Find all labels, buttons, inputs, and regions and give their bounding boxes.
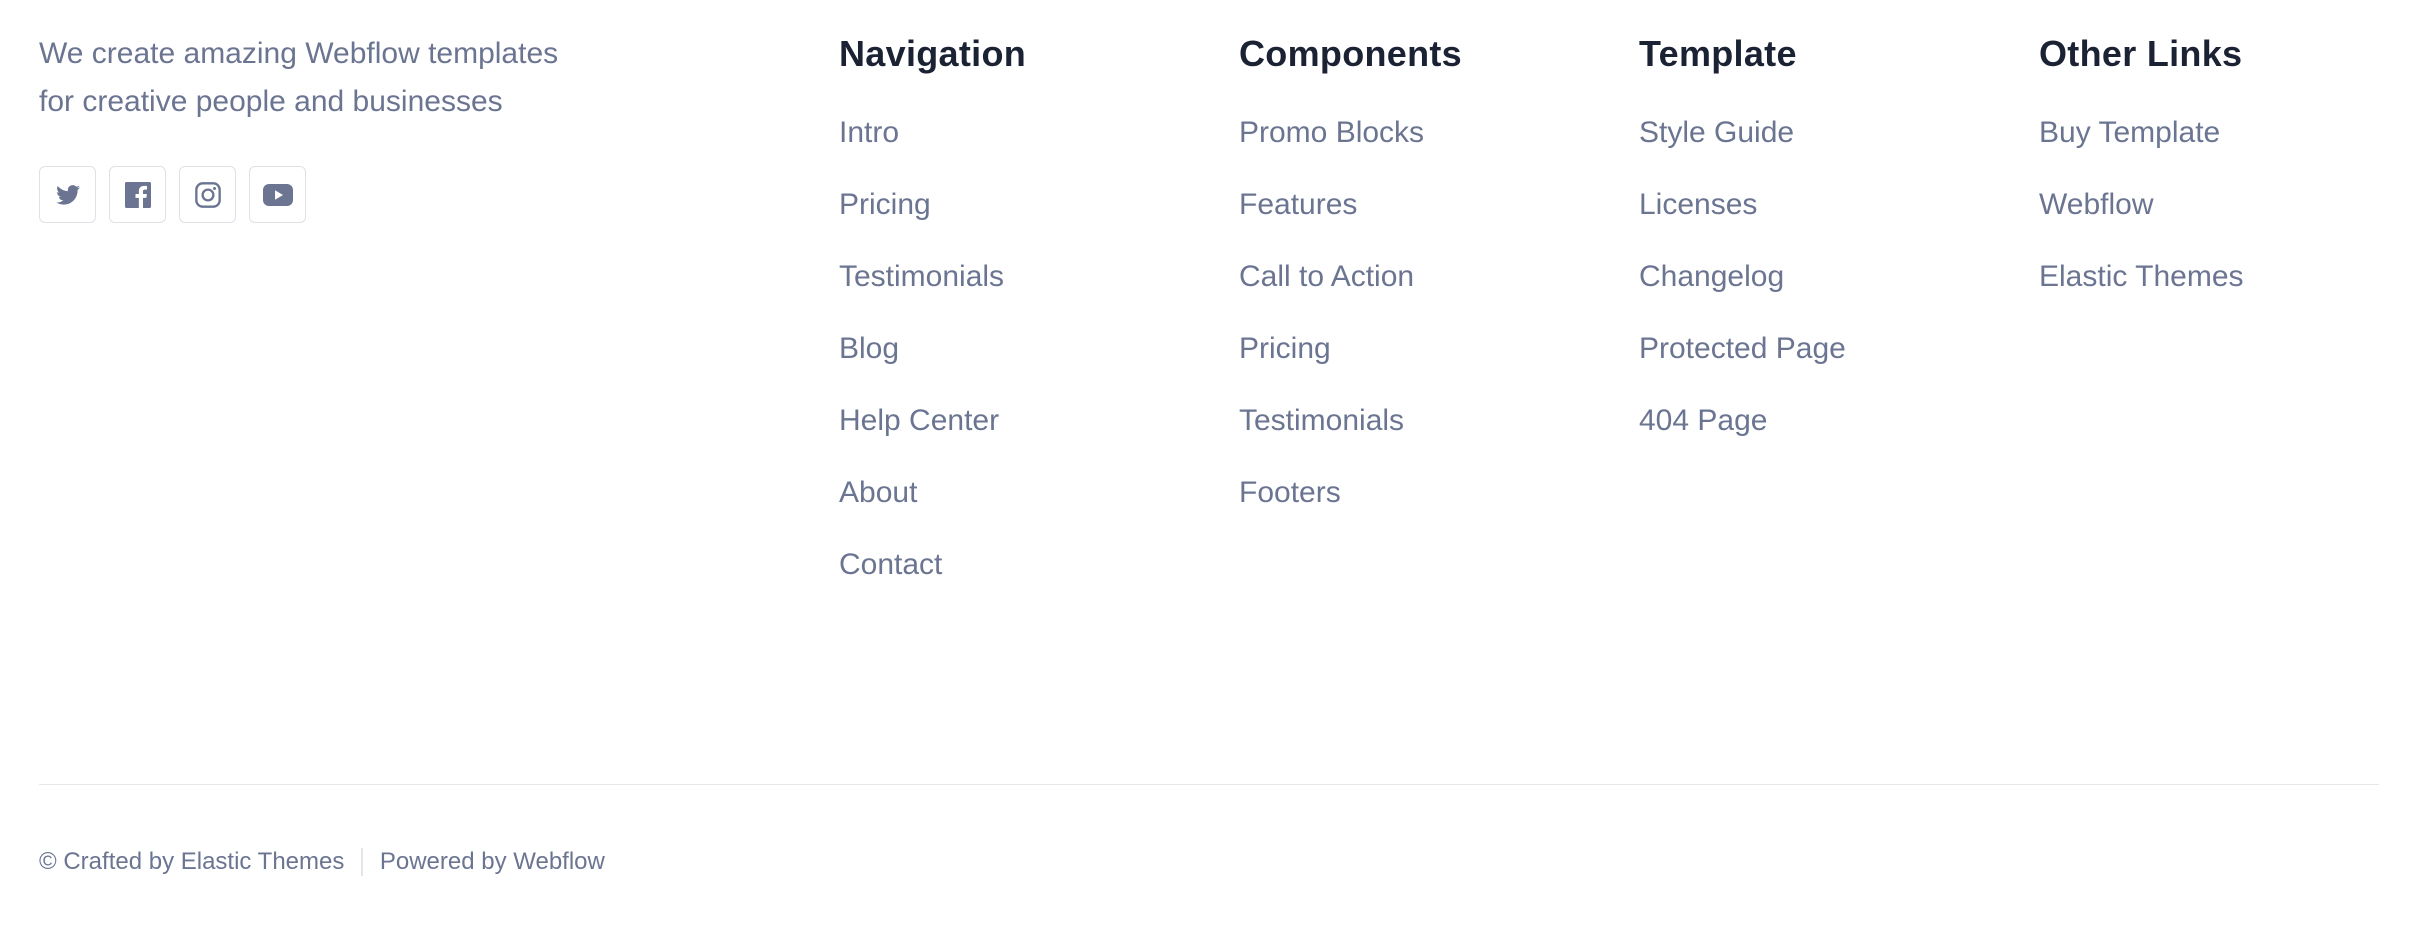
instagram-icon: [194, 181, 221, 208]
social-links: [39, 166, 619, 223]
link-list: Promo Blocks Features Call to Action Pri…: [1239, 115, 1462, 511]
column-other-links: Other Links Buy Template Webflow Elastic…: [2039, 30, 2244, 331]
footer-link-footers[interactable]: Footers: [1239, 475, 1462, 511]
facebook-button[interactable]: [109, 166, 166, 223]
footer: We create amazing Webflow templates for …: [0, 0, 2418, 932]
column-title: Template: [1639, 33, 1797, 74]
column-template: Template Style Guide Licenses Changelog …: [1639, 30, 1846, 475]
footer-brand: We create amazing Webflow templates for …: [39, 30, 619, 223]
footer-link-intro[interactable]: Intro: [839, 115, 1026, 151]
facebook-icon: [124, 181, 151, 208]
crafted-by-link[interactable]: © Crafted by Elastic Themes: [39, 844, 344, 880]
link-list: Buy Template Webflow Elastic Themes: [2039, 115, 2244, 295]
footer-link-buy-template[interactable]: Buy Template: [2039, 115, 2244, 151]
footer-link-pricing[interactable]: Pricing: [839, 187, 1026, 223]
footer-link-testimonials[interactable]: Testimonials: [839, 259, 1026, 295]
footer-link-testimonials[interactable]: Testimonials: [1239, 403, 1462, 439]
youtube-icon: [262, 183, 293, 206]
twitter-button[interactable]: [39, 166, 96, 223]
tagline-line-1: We create amazing Webflow templates: [39, 37, 559, 70]
bottom-separator: [361, 848, 363, 876]
footer-link-pricing[interactable]: Pricing: [1239, 331, 1462, 367]
footer-link-about[interactable]: About: [839, 475, 1026, 511]
column-navigation: Navigation Intro Pricing Testimonials Bl…: [839, 30, 1026, 619]
footer-link-protected-page[interactable]: Protected Page: [1639, 331, 1846, 367]
footer-link-webflow[interactable]: Webflow: [2039, 187, 2244, 223]
footer-bottom-bar: © Crafted by Elastic Themes Powered by W…: [39, 844, 605, 880]
footer-link-style-guide[interactable]: Style Guide: [1639, 115, 1846, 151]
instagram-button[interactable]: [179, 166, 236, 223]
footer-link-call-to-action[interactable]: Call to Action: [1239, 259, 1462, 295]
column-title: Components: [1239, 33, 1462, 74]
column-title: Navigation: [839, 33, 1027, 74]
link-list: Intro Pricing Testimonials Blog Help Cen…: [839, 115, 1026, 583]
footer-link-promo-blocks[interactable]: Promo Blocks: [1239, 115, 1462, 151]
twitter-icon: [55, 184, 80, 205]
footer-divider: [39, 784, 2379, 785]
footer-link-404-page[interactable]: 404 Page: [1639, 403, 1846, 439]
link-list: Style Guide Licenses Changelog Protected…: [1639, 115, 1846, 439]
powered-by-link[interactable]: Powered by Webflow: [380, 844, 605, 880]
tagline: We create amazing Webflow templates for …: [39, 30, 619, 126]
column-title: Other Links: [2039, 33, 2243, 74]
footer-link-features[interactable]: Features: [1239, 187, 1462, 223]
footer-link-changelog[interactable]: Changelog: [1639, 259, 1846, 295]
footer-link-blog[interactable]: Blog: [839, 331, 1026, 367]
footer-link-elastic-themes[interactable]: Elastic Themes: [2039, 259, 2244, 295]
footer-link-licenses[interactable]: Licenses: [1639, 187, 1846, 223]
youtube-button[interactable]: [249, 166, 306, 223]
footer-link-contact[interactable]: Contact: [839, 547, 1026, 583]
footer-link-help-center[interactable]: Help Center: [839, 403, 1026, 439]
tagline-line-2: for creative people and businesses: [39, 85, 503, 118]
column-components: Components Promo Blocks Features Call to…: [1239, 30, 1462, 547]
